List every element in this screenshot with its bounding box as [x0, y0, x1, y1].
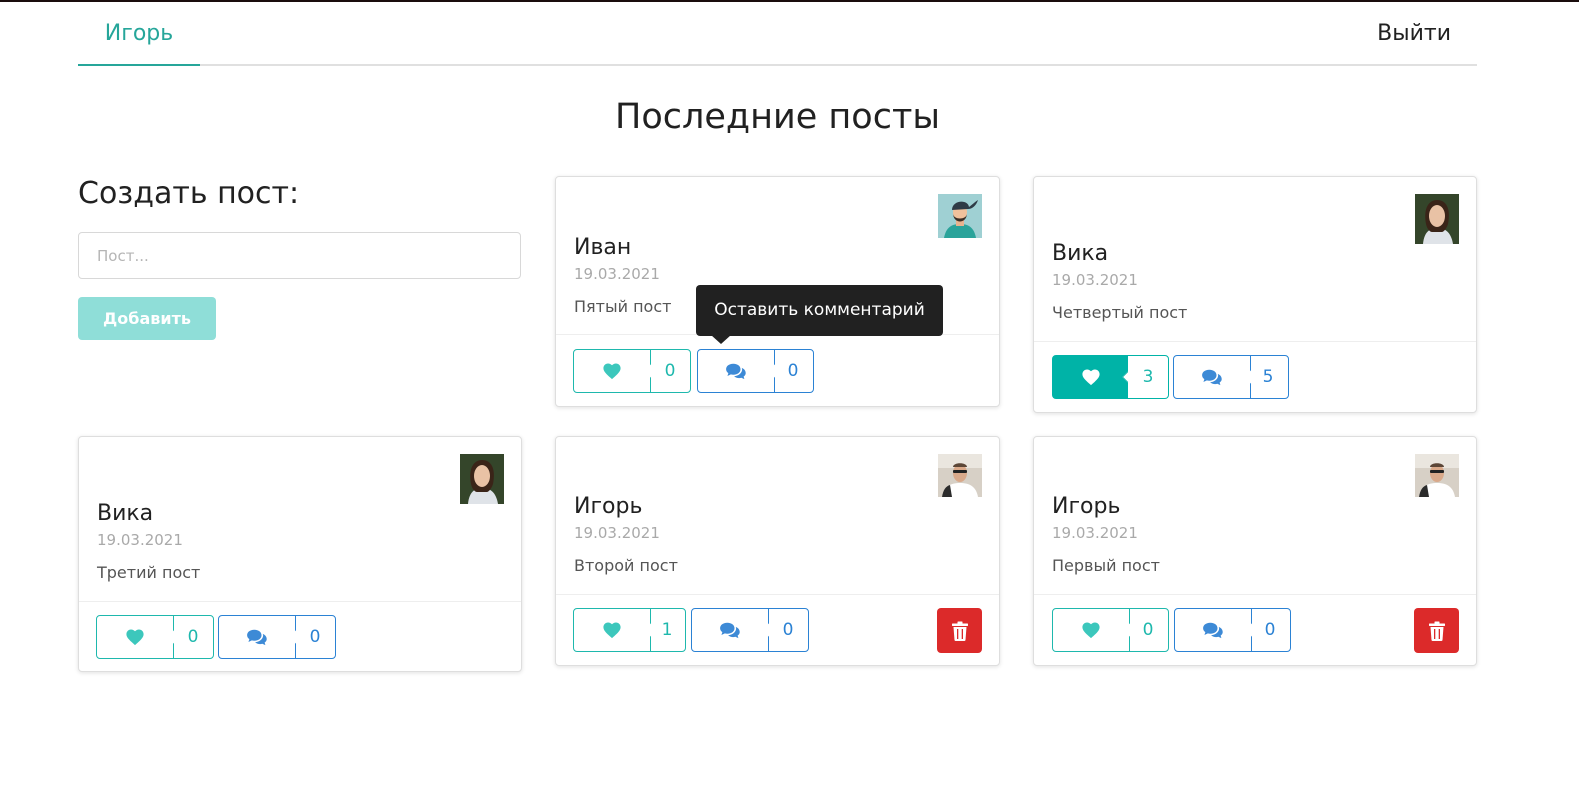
- like-count: 3: [1128, 356, 1168, 398]
- heart-icon: [1053, 609, 1129, 651]
- comments-icon: [1175, 609, 1251, 651]
- comment-button[interactable]: 0: [691, 608, 809, 652]
- post-card: Игорь 19.03.2021 Второй пост 1 0: [555, 436, 1000, 666]
- post-author: Иван: [574, 235, 632, 260]
- trash-icon: [951, 621, 968, 641]
- post-text: Четвертый пост: [1052, 303, 1188, 322]
- avatar: [1415, 454, 1459, 497]
- comment-count: 0: [787, 361, 799, 381]
- comment-count: 5: [1262, 367, 1274, 387]
- post-input[interactable]: [78, 232, 521, 279]
- comment-count: 0: [309, 627, 321, 647]
- post-date: 19.03.2021: [574, 265, 660, 283]
- add-post-button[interactable]: Добавить: [78, 297, 216, 340]
- comment-button[interactable]: 5: [1173, 355, 1289, 399]
- post-author: Игорь: [574, 494, 643, 519]
- post-author: Игорь: [1052, 494, 1121, 519]
- post-date: 19.03.2021: [1052, 271, 1138, 289]
- delete-post-button[interactable]: [937, 608, 982, 653]
- card-divider: [1034, 341, 1476, 342]
- comments-icon: [698, 350, 774, 392]
- post-author: Вика: [1052, 241, 1109, 266]
- delete-post-button[interactable]: [1414, 608, 1459, 653]
- post-date: 19.03.2021: [97, 531, 183, 549]
- avatar: [460, 454, 504, 504]
- like-count: 1: [661, 620, 673, 640]
- comment-tooltip: Оставить комментарий: [696, 285, 943, 336]
- heart-icon: [574, 609, 650, 651]
- post-card: Игорь 19.03.2021 Первый пост 0 0: [1033, 436, 1477, 666]
- page-title: Последние посты: [615, 97, 940, 137]
- top-nav: Игорь Выйти: [78, 2, 1477, 66]
- avatar: [938, 454, 982, 497]
- comments-icon: [219, 616, 295, 658]
- like-button[interactable]: 0: [96, 615, 214, 659]
- card-divider: [79, 601, 521, 602]
- create-post-title: Создать пост:: [78, 176, 300, 211]
- post-text: Пятый пост: [574, 297, 672, 316]
- comment-button[interactable]: 0: [1174, 608, 1291, 652]
- post-text: Третий пост: [97, 563, 201, 582]
- comment-count: 0: [782, 620, 794, 640]
- card-divider: [1034, 594, 1476, 595]
- avatar: [1415, 194, 1459, 244]
- like-count: 0: [187, 627, 199, 647]
- heart-icon: [574, 350, 650, 392]
- like-count: 0: [664, 361, 676, 381]
- like-button[interactable]: 3: [1052, 355, 1169, 399]
- comment-count: 0: [1264, 620, 1276, 640]
- comments-icon: [1174, 356, 1250, 398]
- heart-icon: [1053, 356, 1129, 398]
- card-divider: [556, 594, 999, 595]
- heart-icon: [97, 616, 173, 658]
- like-button[interactable]: 0: [1052, 608, 1169, 652]
- post-author: Вика: [97, 501, 154, 526]
- post-date: 19.03.2021: [574, 524, 660, 542]
- app: Игорь Выйти Последние посты Создать пост…: [0, 2, 1579, 795]
- avatar: [938, 194, 982, 238]
- comment-button[interactable]: 0: [218, 615, 336, 659]
- post-text: Первый пост: [1052, 556, 1160, 575]
- post-card: Вика 19.03.2021 Четвертый пост 3 5: [1033, 176, 1477, 413]
- like-button[interactable]: 1: [573, 608, 686, 652]
- post-card: Вика 19.03.2021 Третий пост 0 0: [78, 436, 522, 672]
- like-button[interactable]: 0: [573, 349, 691, 393]
- like-count: 0: [1142, 620, 1154, 640]
- post-date: 19.03.2021: [1052, 524, 1138, 542]
- tooltip-arrow: [711, 335, 731, 344]
- trash-icon: [1428, 621, 1445, 641]
- comment-button[interactable]: 0: [697, 349, 814, 393]
- logout-link[interactable]: Выйти: [1377, 2, 1451, 66]
- comments-icon: [692, 609, 768, 651]
- post-text: Второй пост: [574, 556, 678, 575]
- tab-user-profile[interactable]: Игорь: [78, 2, 200, 66]
